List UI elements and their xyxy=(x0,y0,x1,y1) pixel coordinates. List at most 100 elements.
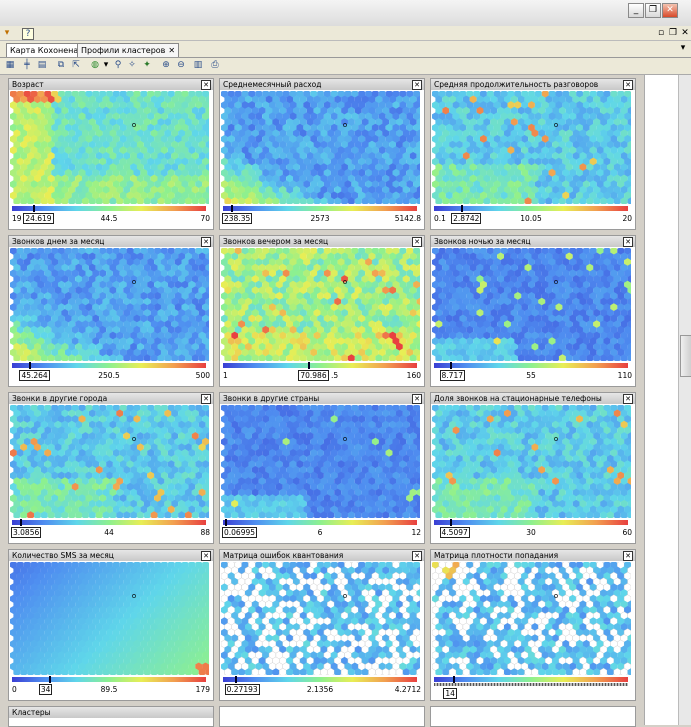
hex-map[interactable] xyxy=(221,248,420,361)
minimize-icon[interactable]: _ xyxy=(628,3,644,18)
scale-max: 20 xyxy=(622,214,632,223)
map-toolbar: ▦ ╪ ▤ ⧉ ⇱ ◍ ▾ ⚲ ✧ ✦ ⊕ ⊖ ▥ ⎙ xyxy=(0,58,691,75)
panel-title: Средняя продолжительность разговоров xyxy=(431,79,635,90)
scale-mid: 250.5 xyxy=(98,371,120,380)
grid-icon[interactable]: ▦ xyxy=(5,60,15,70)
scale-current: 45.264 xyxy=(19,370,50,381)
map-panel[interactable]: Среднемесячный расход ✕ 238.35 2573 5142… xyxy=(219,78,425,230)
doc-restore-icon[interactable]: ❐ xyxy=(668,28,678,38)
scale-max: 160 xyxy=(406,371,421,380)
map-panel[interactable]: Звонков ночью за месяц ✕ 8.717 55 110 xyxy=(430,235,636,387)
panel-title: Возраст xyxy=(9,79,213,90)
hex-map[interactable] xyxy=(10,248,209,361)
color-scheme-icon[interactable]: ◍ xyxy=(90,60,100,70)
hex-map[interactable] xyxy=(10,91,209,204)
table-icon[interactable]: ▥ xyxy=(193,60,203,70)
scale-max: 5142.8 xyxy=(394,214,421,223)
scale-mid: 6 xyxy=(317,528,323,537)
scale-max: 110 xyxy=(617,371,632,380)
scale-min: 1 xyxy=(223,371,228,380)
doc-minimize-icon[interactable]: ▫ xyxy=(656,28,666,38)
scale-min: 0.1 xyxy=(434,214,446,223)
color-scale xyxy=(12,363,206,368)
copy-icon[interactable]: ⧉ xyxy=(56,60,66,70)
scale-mid: .5 xyxy=(331,371,339,380)
panel-title: Звонков днем за месяц xyxy=(9,236,213,247)
dropdown-arrow-icon[interactable]: ▾ xyxy=(101,60,111,70)
tab-strip: Карта Кохонена ✕ Профили кластеров✕ ▾ xyxy=(0,41,691,58)
layout-icon[interactable]: ▤ xyxy=(37,60,47,70)
doc-close-icon[interactable]: ✕ xyxy=(680,28,690,38)
zoom-in-icon[interactable]: ⊕ xyxy=(161,60,171,70)
scale-max: 500 xyxy=(195,371,210,380)
restore-icon[interactable]: ❐ xyxy=(645,3,661,18)
zoom-out-icon[interactable]: ⊖ xyxy=(176,60,186,70)
align-icon[interactable]: ╪ xyxy=(22,60,32,70)
print-icon[interactable]: ⎙ xyxy=(210,60,220,70)
link-icon[interactable]: ⚲ xyxy=(113,60,123,70)
panel-close-icon[interactable]: ✕ xyxy=(623,80,633,90)
panel-close-icon[interactable]: ✕ xyxy=(623,237,633,247)
map-panel[interactable]: Звонки в другие страны ✕ 0.06995 6 12 xyxy=(219,392,425,544)
map-panel[interactable]: Возраст ✕ 19 24.619 44.5 70 xyxy=(8,78,214,230)
map-panel[interactable]: Средняя продолжительность разговоров ✕ 0… xyxy=(430,78,636,230)
scale-current: 8.717 xyxy=(439,370,465,381)
scale-marker xyxy=(449,362,452,369)
panel-title: Звонки в другие страны xyxy=(220,393,424,404)
map-panel[interactable]: Доля звонков на стационарные телефоны ✕ … xyxy=(430,392,636,544)
scale-current: 70.986 xyxy=(298,370,329,381)
panel-close-icon[interactable]: ✕ xyxy=(412,80,422,90)
main-toolbar: ▾ ? ▫ ❐ ✕ xyxy=(0,26,691,41)
scale-current: 24.619 xyxy=(23,213,54,224)
scale-marker xyxy=(230,205,233,212)
scale-current: 238.35 xyxy=(222,213,253,224)
panel-close-icon[interactable]: ✕ xyxy=(201,237,211,247)
tab-list-dropdown-icon[interactable]: ▾ xyxy=(678,43,688,53)
color-scale xyxy=(223,206,417,211)
color-scale xyxy=(223,520,417,525)
hex-map[interactable] xyxy=(432,405,631,518)
hex-map[interactable] xyxy=(221,91,420,204)
scale-max: 12 xyxy=(411,528,421,537)
scale-max: 88 xyxy=(200,528,210,537)
map-panel[interactable]: Звонки в другие города ✕ 3.0856 44 88 xyxy=(8,392,214,544)
scale-mid: 10.05 xyxy=(520,214,542,223)
panel-close-icon[interactable]: ✕ xyxy=(201,80,211,90)
panel-close-icon[interactable]: ✕ xyxy=(623,394,633,404)
panel-title: Среднемесячный расход xyxy=(220,79,424,90)
scale-marker xyxy=(461,205,464,212)
panel-close-icon[interactable]: ✕ xyxy=(201,394,211,404)
tab-close-icon[interactable]: ✕ xyxy=(168,46,175,55)
scale-marker xyxy=(33,205,36,212)
select-icon[interactable]: ✦ xyxy=(142,60,152,70)
hex-map[interactable] xyxy=(221,405,420,518)
scale-mid: 55 xyxy=(526,371,536,380)
map-panel[interactable]: Звонков вечером за месяц ✕ 1 70.986 .5 1… xyxy=(219,235,425,387)
color-scale xyxy=(434,363,628,368)
scale-marker xyxy=(29,362,32,369)
maps-workspace: Возраст ✕ 19 24.619 44.5 70 Среднемесячн… xyxy=(5,75,643,727)
tab-cluster-profiles[interactable]: Профили кластеров ✕ xyxy=(77,43,180,57)
scale-min: 19 xyxy=(12,214,22,223)
scale-current: 2.8742 xyxy=(451,213,482,224)
panel-close-icon[interactable]: ✕ xyxy=(412,237,422,247)
hex-map[interactable] xyxy=(432,248,631,361)
close-window-icon[interactable]: ✕ xyxy=(662,3,678,18)
panel-close-icon[interactable]: ✕ xyxy=(412,394,422,404)
export-icon[interactable]: ⇱ xyxy=(71,60,81,70)
scale-marker xyxy=(19,519,22,526)
window-titlebar: _ ❐ ✕ xyxy=(0,0,691,27)
panel-title: Звонков ночью за месяц xyxy=(431,236,635,247)
menu-arrow-icon[interactable]: ▾ xyxy=(2,28,12,38)
scale-mid: 44.5 xyxy=(100,214,118,223)
panel-title: Звонков вечером за месяц xyxy=(220,236,424,247)
help-icon[interactable]: ? xyxy=(22,28,34,40)
hex-map[interactable] xyxy=(10,405,209,518)
color-scale xyxy=(12,520,206,525)
star-icon[interactable]: ✧ xyxy=(127,60,137,70)
map-panel[interactable]: Звонков днем за месяц ✕ 45.264 250.5 500 xyxy=(8,235,214,387)
scale-mid: 2573 xyxy=(310,214,330,223)
hex-map[interactable] xyxy=(432,91,631,204)
panel-title: Доля звонков на стационарные телефоны xyxy=(431,393,635,404)
tab-label: Карта Кохонена xyxy=(10,46,79,55)
